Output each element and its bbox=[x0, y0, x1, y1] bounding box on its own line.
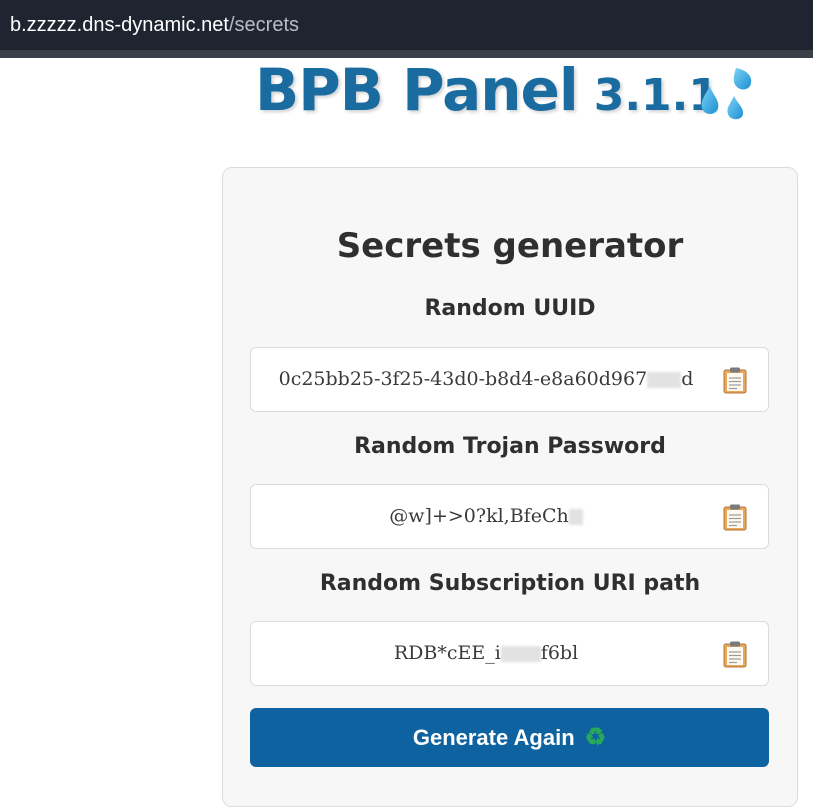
address-bar[interactable]: b.zzzzz.dns-dynamic.net/secrets bbox=[0, 0, 813, 50]
subscription-path-tail: f6bl bbox=[540, 642, 579, 664]
trojan-password-value: @w]+>0?kl,BfeCh bbox=[389, 505, 569, 527]
redaction-mask bbox=[568, 509, 583, 525]
card-title: Secrets generator bbox=[336, 226, 684, 266]
url-path: /secrets bbox=[228, 14, 300, 36]
clipboard-icon[interactable] bbox=[722, 640, 748, 668]
uuid-value-wrap: 0c25bb25-3f25-43d0-b8d4-e8a60d967 d bbox=[251, 348, 721, 411]
trojan-password-field[interactable]: @w]+>0?kl,BfeCh bbox=[250, 484, 769, 549]
uuid-label: Random UUID bbox=[424, 296, 596, 321]
clipboard-icon[interactable] bbox=[722, 366, 748, 394]
redaction-mask bbox=[647, 372, 682, 388]
uuid-value: 0c25bb25-3f25-43d0-b8d4-e8a60d967 bbox=[278, 368, 648, 390]
generate-again-button[interactable]: Generate Again ♻ bbox=[250, 708, 769, 767]
subscription-path-value: RDB*cEE_i bbox=[393, 642, 501, 664]
subscription-path-field[interactable]: RDB*cEE_i f6bl bbox=[250, 621, 769, 686]
uuid-value-tail: d bbox=[681, 368, 694, 390]
trojan-password-label: Random Trojan Password bbox=[354, 434, 666, 459]
page-title: BPB Panel 3.1.1 bbox=[255, 56, 719, 126]
url-host: b.zzzzz.dns-dynamic.net bbox=[10, 14, 229, 36]
recycle-icon: ♻ bbox=[584, 724, 607, 751]
subscription-value-wrap: RDB*cEE_i f6bl bbox=[251, 622, 721, 685]
trojan-value-wrap: @w]+>0?kl,BfeCh bbox=[251, 485, 721, 548]
uuid-field[interactable]: 0c25bb25-3f25-43d0-b8d4-e8a60d967 d bbox=[250, 347, 769, 412]
sweat-droplets-icon bbox=[701, 68, 752, 120]
generate-again-label: Generate Again bbox=[412, 724, 575, 750]
redaction-mask bbox=[500, 646, 541, 662]
subscription-path-label: Random Subscription URI path bbox=[319, 571, 701, 596]
clipboard-icon[interactable] bbox=[722, 503, 748, 531]
panel-name: BPB Panel bbox=[255, 56, 579, 124]
